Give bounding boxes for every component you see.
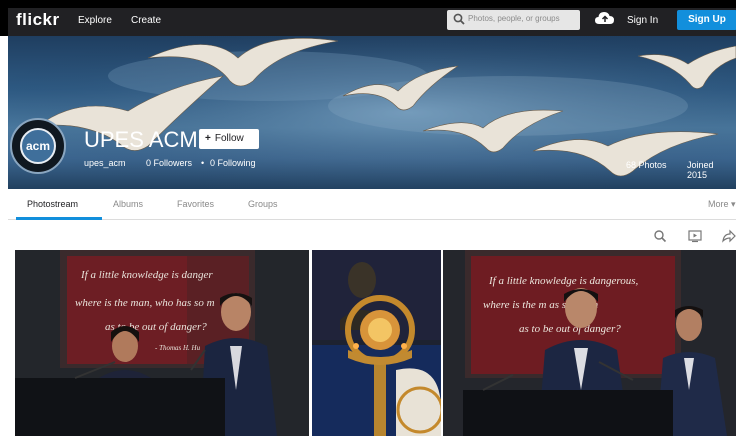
upload-cloud-icon[interactable] — [595, 11, 615, 25]
follow-button[interactable]: + Follow — [199, 129, 259, 149]
tab-albums[interactable]: Albums — [113, 199, 143, 209]
slideshow-icon[interactable] — [688, 229, 702, 243]
nav-explore[interactable]: Explore — [78, 15, 112, 26]
nav-create[interactable]: Create — [131, 15, 161, 26]
lamp-photo — [312, 250, 441, 436]
profile-name: UPES ACM — [84, 127, 198, 152]
photo-thumbnail[interactable]: If a little knowledge is dangerous, wher… — [443, 250, 736, 436]
followers-count[interactable]: 0 Followers — [146, 158, 192, 168]
meta-separator: • — [201, 158, 205, 168]
sign-in-link[interactable]: Sign In — [627, 15, 658, 26]
plus-icon: + — [205, 133, 211, 144]
quote-attribution: - Thomas H. Hu — [155, 344, 201, 352]
tab-photostream[interactable]: Photostream — [27, 199, 78, 209]
sign-up-button[interactable]: Sign Up — [677, 10, 736, 30]
photo-count: 68 Photos — [626, 160, 667, 170]
username: upes_acm — [84, 158, 126, 168]
quote-line: as to be out of danger? — [519, 323, 621, 335]
profile-tabs: Photostream Albums Favorites Groups More… — [8, 189, 736, 220]
following-count[interactable]: 0 Following — [210, 158, 256, 168]
follow-label: Follow — [214, 133, 244, 144]
search-icon — [453, 13, 465, 25]
quote-line: If a little knowledge is dangerous, — [488, 275, 639, 287]
photo-thumbnail[interactable]: If a little knowledge is danger where is… — [15, 250, 309, 436]
avatar[interactable]: acm — [10, 118, 66, 174]
photo-thumbnail[interactable] — [312, 250, 441, 436]
tab-favorites[interactable]: Favorites — [177, 199, 214, 209]
quote-line: If a little knowledge is danger — [80, 269, 213, 281]
more-menu[interactable]: More ▾ — [708, 199, 736, 210]
search-icon[interactable] — [653, 229, 667, 243]
speaker-photo: If a little knowledge is danger where is… — [15, 250, 309, 436]
tab-groups[interactable]: Groups — [248, 199, 278, 209]
search-placeholder: Photos, people, or groups — [468, 14, 560, 23]
avatar-logo: acm — [20, 128, 56, 164]
flickr-logo[interactable]: flickr — [16, 10, 60, 30]
active-tab-indicator — [16, 217, 102, 220]
top-nav: flickr Explore Create Photos, people, or… — [0, 0, 736, 36]
quote-line: where is the man, who has so m — [75, 297, 215, 309]
joined-year: Joined 2015 — [687, 160, 714, 180]
share-icon[interactable] — [722, 229, 736, 243]
speaker-photo: If a little knowledge is dangerous, wher… — [443, 250, 736, 436]
search-input[interactable]: Photos, people, or groups — [447, 10, 580, 30]
